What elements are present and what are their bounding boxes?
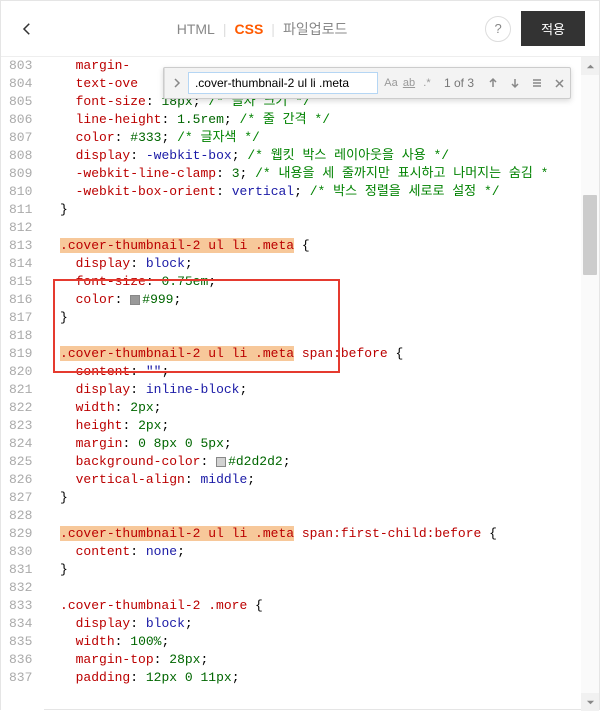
tab-separator: |: [271, 21, 275, 37]
code-line[interactable]: margin-top: 28px;: [44, 651, 579, 669]
scroll-up-button[interactable]: [581, 57, 599, 75]
code-line[interactable]: }: [44, 489, 579, 507]
code-line[interactable]: content: "";: [44, 363, 579, 381]
line-number: 809: [9, 165, 32, 183]
code-line[interactable]: }: [44, 201, 579, 219]
code-line[interactable]: background-color: #d2d2d2;: [44, 453, 579, 471]
find-prev-button[interactable]: [482, 72, 504, 94]
line-number: 813: [9, 237, 32, 255]
line-number: 829: [9, 525, 32, 543]
find-result-count: 1 of 3: [444, 76, 474, 90]
code-line[interactable]: -webkit-line-clamp: 3; /* 내용을 세 줄까지만 표시하…: [44, 165, 579, 183]
line-number: 837: [9, 669, 32, 687]
scroll-down-button[interactable]: [581, 693, 599, 711]
code-line[interactable]: display: block;: [44, 615, 579, 633]
line-gutter: 8038048058068078088098108118128138148158…: [1, 57, 44, 711]
code-line[interactable]: color: #999;: [44, 291, 579, 309]
line-number: 806: [9, 111, 32, 129]
code-line[interactable]: margin: 0 8px 0 5px;: [44, 435, 579, 453]
code-line[interactable]: vertical-align: middle;: [44, 471, 579, 489]
line-number: 818: [9, 327, 32, 345]
find-next-button[interactable]: [504, 72, 526, 94]
code-line[interactable]: display: block;: [44, 255, 579, 273]
editor-area: Aa ab .* 1 of 3 803804805806807808809810…: [1, 57, 599, 711]
tab-separator: |: [223, 21, 227, 37]
findbar-toggle-icon[interactable]: [170, 78, 184, 88]
code-line[interactable]: .cover-thumbnail-2 ul li .meta span:befo…: [44, 345, 579, 363]
code-content[interactable]: margin- text-ove font-size: 18px; /* 글자 …: [44, 57, 599, 711]
line-number: 811: [9, 201, 32, 219]
line-number: 812: [9, 219, 32, 237]
scroll-track[interactable]: [581, 75, 599, 693]
code-line[interactable]: line-height: 1.5rem; /* 줄 간격 */: [44, 111, 579, 129]
vertical-scrollbar[interactable]: [581, 57, 599, 711]
line-number: 805: [9, 93, 32, 111]
line-number: 827: [9, 489, 32, 507]
line-number: 803: [9, 57, 32, 75]
line-number: 817: [9, 309, 32, 327]
line-number: 825: [9, 453, 32, 471]
code-line[interactable]: -webkit-box-orient: vertical; /* 박스 정렬을 …: [44, 183, 579, 201]
find-close-button[interactable]: [548, 72, 570, 94]
code-line[interactable]: width: 2px;: [44, 399, 579, 417]
line-number: 832: [9, 579, 32, 597]
line-number: 836: [9, 651, 32, 669]
tab-html[interactable]: HTML: [177, 21, 215, 37]
code-line[interactable]: }: [44, 561, 579, 579]
find-bar: Aa ab .* 1 of 3: [163, 67, 571, 99]
tab-css[interactable]: CSS: [235, 21, 264, 37]
line-number: 823: [9, 417, 32, 435]
line-number: 831: [9, 561, 32, 579]
line-number: 814: [9, 255, 32, 273]
code-line[interactable]: padding: 12px 0 11px;: [44, 669, 579, 687]
tab-upload[interactable]: 파일업로드: [283, 19, 347, 39]
code-line[interactable]: height: 2px;: [44, 417, 579, 435]
code-line[interactable]: font-size: 0.75em;: [44, 273, 579, 291]
code-line[interactable]: }: [44, 309, 579, 327]
line-number: 804: [9, 75, 32, 93]
line-number: 819: [9, 345, 32, 363]
line-number: 808: [9, 147, 32, 165]
topbar: HTML | CSS | 파일업로드 ? 적용: [1, 1, 599, 57]
back-button[interactable]: [15, 17, 39, 41]
line-number: 810: [9, 183, 32, 201]
code-line[interactable]: color: #333; /* 글자색 */: [44, 129, 579, 147]
code-line[interactable]: [44, 219, 579, 237]
find-input[interactable]: [188, 72, 378, 94]
editor-tabs: HTML | CSS | 파일업로드: [39, 19, 485, 39]
code-line[interactable]: .cover-thumbnail-2 .more {: [44, 597, 579, 615]
code-line[interactable]: content: none;: [44, 543, 579, 561]
code-line[interactable]: [44, 579, 579, 597]
line-number: 824: [9, 435, 32, 453]
find-match-case-icon[interactable]: Aa: [382, 74, 400, 92]
find-selection-button[interactable]: [526, 72, 548, 94]
line-number: 807: [9, 129, 32, 147]
code-line[interactable]: .cover-thumbnail-2 ul li .meta span:firs…: [44, 525, 579, 543]
line-number: 828: [9, 507, 32, 525]
apply-button[interactable]: 적용: [521, 11, 585, 46]
code-line[interactable]: [44, 327, 579, 345]
find-whole-word-icon[interactable]: ab: [400, 74, 418, 92]
code-line[interactable]: .cover-thumbnail-2 ul li .meta {: [44, 237, 579, 255]
code-editor[interactable]: 8038048058068078088098108118128138148158…: [1, 57, 599, 711]
find-regex-icon[interactable]: .*: [418, 74, 436, 92]
code-line[interactable]: display: inline-block;: [44, 381, 579, 399]
line-number: 826: [9, 471, 32, 489]
scroll-thumb[interactable]: [583, 195, 597, 275]
line-number: 821: [9, 381, 32, 399]
code-line[interactable]: display: -webkit-box; /* 웹킷 박스 레이아웃을 사용 …: [44, 147, 579, 165]
line-number: 822: [9, 399, 32, 417]
code-line[interactable]: width: 100%;: [44, 633, 579, 651]
line-number: 815: [9, 273, 32, 291]
line-number: 834: [9, 615, 32, 633]
line-number: 835: [9, 633, 32, 651]
help-button[interactable]: ?: [485, 16, 511, 42]
line-number: 833: [9, 597, 32, 615]
code-line[interactable]: [44, 507, 579, 525]
line-number: 816: [9, 291, 32, 309]
line-number: 830: [9, 543, 32, 561]
line-number: 820: [9, 363, 32, 381]
